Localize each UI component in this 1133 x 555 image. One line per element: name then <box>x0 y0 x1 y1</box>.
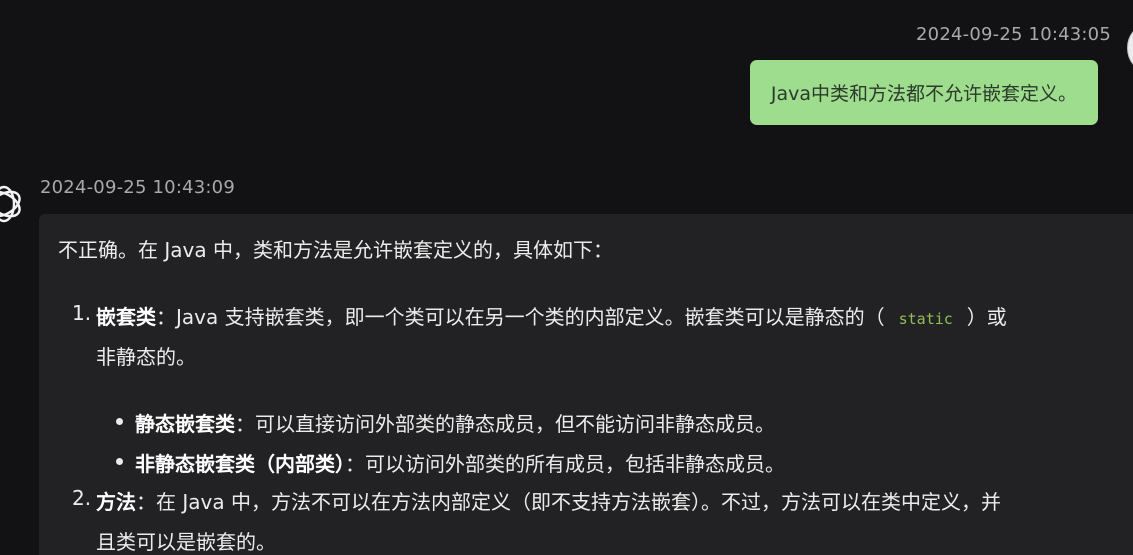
sub-list-item-inner-class: 非静态嵌套类（内部类）：可以访问外部类的所有成员，包括非静态成员。 <box>135 448 785 477</box>
list-item-text: ：在 Java 中，方法不可以在方法内部定义（即不支持方法嵌套）。不过，方法可以… <box>136 490 1001 514</box>
bullet-marker <box>116 418 123 425</box>
assistant-message-timestamp: 2024-09-25 10:43:09 <box>40 177 235 198</box>
assistant-message-bubble[interactable]: 不正确。在 Java 中，类和方法是允许嵌套定义的，具体如下： 1. 嵌套类：J… <box>39 214 1133 555</box>
list-item-term: 嵌套类 <box>96 305 156 329</box>
sub-list-item-text: ：可以访问外部类的所有成员，包括非静态成员。 <box>345 452 785 476</box>
assistant-intro: 不正确。在 Java 中，类和方法是允许嵌套定义的，具体如下： <box>58 238 613 262</box>
user-message-text: Java中类和方法都不允许嵌套定义。 <box>770 83 1077 105</box>
list-item-text-after-code: ）或 <box>966 305 1007 329</box>
assistant-avatar-icon <box>0 185 21 223</box>
list-item-methods: 方法：在 Java 中，方法不可以在方法内部定义（即不支持方法嵌套）。不过，方法… <box>96 486 1001 515</box>
chat-view: 2024-09-25 10:43:05 Java中类和方法都不允许嵌套定义。 2… <box>0 0 1133 555</box>
list-item-term: 方法 <box>96 490 136 514</box>
sub-list-item-term: 非静态嵌套类（内部类） <box>135 452 345 476</box>
list-item-continuation: 非静态的。 <box>96 345 196 369</box>
list-number: 2. <box>72 486 92 510</box>
list-item-continuation: 且类可以是嵌套的。 <box>96 530 276 554</box>
inline-code: static <box>898 310 953 328</box>
sub-list-item-text: ：可以直接访问外部类的静态成员，但不能访问非静态成员。 <box>235 412 775 436</box>
list-item-text: ：Java 支持嵌套类，即一个类可以在另一个类的内部定义。嵌套类可以是静态的（ <box>156 305 885 329</box>
bullet-marker <box>116 458 123 465</box>
sub-list-item-static-nested: 静态嵌套类：可以直接访问外部类的静态成员，但不能访问非静态成员。 <box>135 408 775 437</box>
sub-list-item-term: 静态嵌套类 <box>135 412 235 436</box>
user-avatar[interactable] <box>1127 21 1133 75</box>
user-message-timestamp: 2024-09-25 10:43:05 <box>916 24 1111 45</box>
list-item-nested-class: 嵌套类：Java 支持嵌套类，即一个类可以在另一个类的内部定义。嵌套类可以是静态… <box>96 301 1007 330</box>
list-number: 1. <box>72 301 92 325</box>
user-message-bubble[interactable]: Java中类和方法都不允许嵌套定义。 <box>749 60 1098 125</box>
